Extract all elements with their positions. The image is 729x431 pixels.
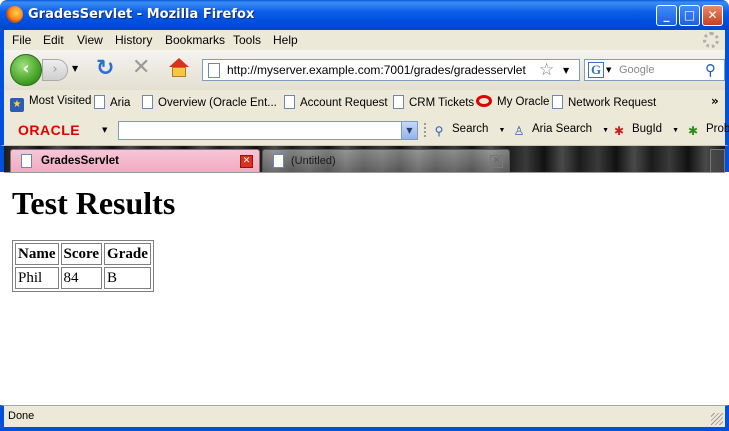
forward-button[interactable]: › [42, 59, 68, 81]
reload-icon[interactable]: ↻ [96, 58, 114, 80]
page-icon [552, 95, 563, 109]
maximize-button[interactable]: □ [679, 5, 700, 26]
google-engine-icon[interactable]: G [588, 62, 604, 78]
close-tab-icon[interactable]: ✕ [240, 155, 253, 168]
column-header-grade: Grade [104, 243, 151, 265]
bug-icon: ✱ [613, 124, 625, 138]
search-input[interactable]: Google [619, 64, 654, 76]
bugid-button[interactable]: ✱ BugId ▼ [612, 123, 679, 138]
bookmark-overview[interactable]: Overview (Oracle Ent... [142, 95, 277, 109]
oracle-dropdown-icon[interactable]: ▼ [102, 126, 107, 134]
menu-view[interactable]: View [77, 33, 103, 47]
oracle-search-button[interactable]: ⚲ Search ▼ [432, 123, 506, 138]
oracle-search-input[interactable]: ▼ [118, 121, 418, 140]
search-bar[interactable]: G ▼ Google ⚲ [584, 59, 725, 81]
window-title-bar[interactable]: GradesServlet - Mozilla Firefox _ □ ✕ [0, 0, 729, 30]
search-icon: ⚲ [434, 124, 444, 138]
bookmark-account-request[interactable]: Account Request [284, 95, 388, 109]
page-icon [94, 95, 105, 109]
page-icon [273, 154, 284, 168]
toolbar-grip[interactable] [424, 123, 427, 137]
throbber-icon [703, 32, 719, 48]
url-dropdown-icon[interactable]: ▼ [563, 66, 569, 75]
chevron-down-icon: ▼ [672, 127, 679, 134]
menu-edit[interactable]: Edit [43, 33, 64, 47]
page-icon [284, 95, 295, 109]
home-icon[interactable] [168, 58, 190, 80]
menu-file[interactable]: File [12, 33, 31, 47]
status-text: Done [8, 410, 35, 422]
tab-label: (Untitled) [291, 155, 336, 167]
tab-strip: GradesServlet ✕ (Untitled) ✕ [0, 146, 729, 172]
back-button[interactable]: ‹ [10, 54, 42, 86]
cell-grade: B [104, 267, 151, 289]
cell-name: Phil [15, 267, 59, 289]
menu-history[interactable]: History [115, 33, 152, 47]
page-content: Test Results Name Score Grade Phil 84 B [4, 172, 725, 405]
status-bar: Done [0, 405, 729, 431]
menu-help[interactable]: Help [273, 33, 298, 47]
page-heading: Test Results [12, 185, 176, 221]
results-table: Name Score Grade Phil 84 B [12, 240, 154, 292]
close-tab-icon[interactable]: ✕ [490, 155, 503, 168]
bookmark-most-visited[interactable]: ★ Most Visited [10, 95, 91, 112]
bookmarks-overflow-icon[interactable]: » [711, 94, 719, 108]
bug-green-icon: ✱ [687, 124, 699, 138]
bookmark-crm-tickets[interactable]: CRM Tickets [393, 95, 474, 109]
history-dropdown-icon[interactable]: ▼ [72, 64, 78, 73]
menu-bookmarks[interactable]: Bookmarks [165, 33, 225, 47]
engine-dropdown-icon[interactable]: ▼ [606, 66, 611, 74]
firefox-icon [6, 6, 23, 23]
window-title: GradesServlet - Mozilla Firefox [28, 7, 255, 22]
bookmark-aria[interactable]: Aria [94, 95, 130, 109]
url-bar[interactable]: http://myserver.example.com:7001/grades/… [202, 59, 580, 81]
menu-tools[interactable]: Tools [233, 33, 261, 47]
bookmarks-toolbar: ★ Most Visited Aria Overview (Oracle Ent.… [0, 90, 729, 114]
chevron-down-icon: ▼ [602, 127, 610, 134]
tab-label: GradesServlet [41, 155, 119, 167]
tab-untitled[interactable]: (Untitled) ✕ [262, 149, 510, 172]
oracle-toolbar: ORACLE ▼ ▼ ⚲ Search ▼ ♙ Aria Search ▼ ✱ BugId… [0, 114, 729, 146]
minimize-button[interactable]: _ [656, 5, 677, 26]
bookmark-network-request[interactable]: Network Request [552, 95, 656, 109]
person-icon: ♙ [513, 124, 525, 138]
page-icon [21, 154, 32, 168]
stop-icon[interactable]: ✕ [132, 57, 150, 79]
bookmark-star-icon[interactable]: ☆ [539, 60, 554, 80]
table-header-row: Name Score Grade [15, 243, 151, 265]
oracle-logo[interactable]: ORACLE [18, 122, 80, 138]
column-header-name: Name [15, 243, 59, 265]
oracle-icon [476, 95, 492, 107]
navigation-toolbar: ‹ › ▼ ↻ ✕ http://myserver.example.com:70… [0, 50, 729, 90]
menu-bar: File Edit View History Bookmarks Tools H… [0, 30, 729, 50]
oracle-input-dropdown-icon[interactable]: ▼ [401, 122, 417, 139]
resize-grip[interactable] [711, 413, 723, 425]
page-icon [142, 95, 153, 109]
table-row: Phil 84 B [15, 267, 151, 289]
most-visited-icon: ★ [10, 98, 24, 112]
column-header-score: Score [60, 243, 103, 265]
close-window-button[interactable]: ✕ [702, 5, 723, 26]
bookmark-my-oracle[interactable]: My Oracle [476, 95, 549, 108]
search-icon[interactable]: ⚲ [705, 61, 716, 79]
url-text[interactable]: http://myserver.example.com:7001/grades/… [227, 63, 526, 77]
tab-gradesservlet[interactable]: GradesServlet ✕ [10, 149, 260, 172]
page-icon [208, 63, 220, 78]
page-icon [393, 95, 404, 109]
prob-button[interactable]: ✱ Prob [686, 123, 729, 138]
chevron-down-icon: ▼ [498, 127, 506, 134]
aria-search-button[interactable]: ♙ Aria Search ▼ [512, 123, 609, 138]
cell-score: 84 [60, 267, 103, 289]
tab-list-button[interactable] [710, 149, 725, 172]
